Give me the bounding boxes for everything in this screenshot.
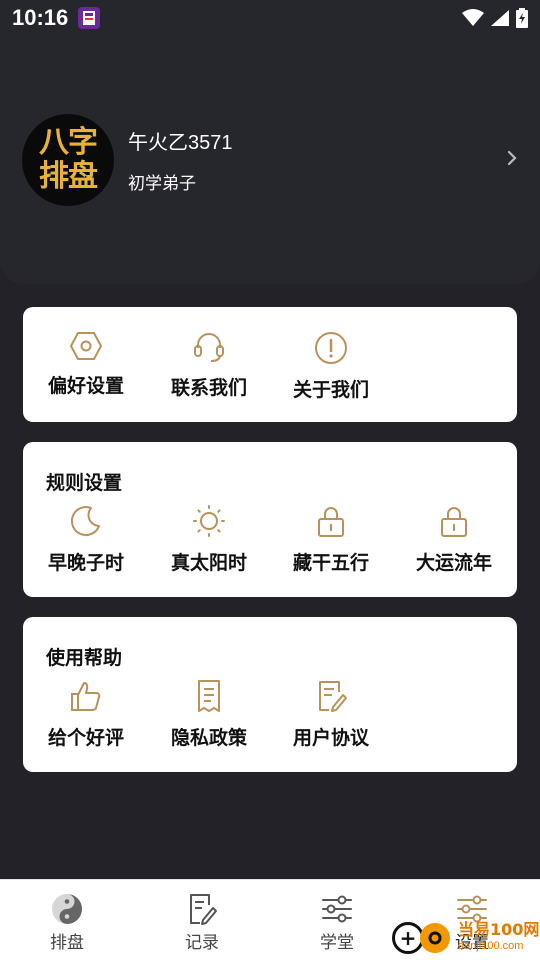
notification-app-icon — [78, 7, 101, 29]
battery-icon — [516, 8, 528, 28]
nav-label-academy: 学堂 — [320, 933, 354, 953]
luck-cycles-label: 大运流年 — [415, 552, 492, 574]
signal-icon — [491, 10, 509, 26]
sliders-icon — [322, 895, 352, 923]
early-late-zi-button[interactable]: 早晚子时 — [31, 504, 141, 575]
rate-us-label: 给个好评 — [47, 727, 124, 749]
rate-us-button[interactable]: 给个好评 — [31, 679, 141, 750]
edit-document-icon — [319, 681, 347, 712]
user-agreement-button[interactable]: 用户协议 — [276, 679, 386, 750]
nav-item-paipan[interactable]: 排盘 — [27, 892, 107, 953]
watermark-sub-text: danji100.com — [458, 940, 524, 952]
moon-icon — [70, 506, 100, 536]
preferences-label: 偏好设置 — [47, 375, 124, 397]
hidden-stems-label: 藏干五行 — [292, 552, 369, 574]
headset-icon — [194, 333, 224, 362]
sun-icon — [193, 505, 225, 537]
rules-card-title: 规则设置 — [46, 472, 123, 494]
profile-row[interactable]: 八字 排盘 午火乙3571 初学弟子 — [22, 113, 522, 207]
nav-label-records: 记录 — [185, 933, 219, 953]
contact-us-label: 联系我们 — [170, 377, 247, 399]
preferences-button[interactable]: 偏好设置 — [31, 331, 141, 398]
info-circle-icon — [315, 332, 347, 364]
avatar[interactable]: 八字 排盘 — [22, 114, 114, 206]
wifi-icon — [462, 9, 484, 26]
avatar-text-top: 八字 — [39, 125, 98, 160]
true-solar-time-button[interactable]: 真太阳时 — [154, 504, 264, 575]
watermark-logo-icon — [420, 923, 450, 953]
lock-icon — [441, 507, 467, 537]
watermark-main-text: 当易100网 — [458, 920, 540, 939]
chevron-right-icon[interactable] — [506, 149, 518, 171]
about-us-button[interactable]: 关于我们 — [276, 331, 386, 402]
privacy-policy-label: 隐私政策 — [170, 727, 247, 749]
edit-note-icon — [190, 894, 217, 925]
status-bar: 10:16 — [0, 0, 540, 36]
profile-name: 午火乙3571 — [128, 132, 233, 154]
nav-label-paipan: 排盘 — [50, 933, 84, 953]
rules-card: 规则设置 早晚子时 真太阳时 藏干五行 大运流年 — [23, 442, 517, 597]
status-time: 10:16 — [12, 5, 69, 30]
profile-level: 初学弟子 — [128, 174, 196, 194]
document-icon — [198, 680, 220, 712]
watermark: + 当易100网 danji100.com — [392, 916, 540, 960]
about-us-label: 关于我们 — [292, 379, 369, 401]
luck-cycles-button[interactable]: 大运流年 — [399, 504, 509, 575]
avatar-text-bottom: 排盘 — [39, 159, 98, 194]
contact-us-button[interactable]: 联系我们 — [154, 331, 264, 400]
early-late-zi-label: 早晚子时 — [47, 552, 124, 574]
yin-yang-icon — [52, 894, 82, 924]
lock-icon — [318, 507, 344, 537]
hexagon-nut-icon — [69, 332, 103, 360]
help-card-title: 使用帮助 — [46, 647, 123, 669]
privacy-policy-button[interactable]: 隐私政策 — [154, 679, 264, 750]
nav-item-academy[interactable]: 学堂 — [297, 892, 377, 953]
true-solar-time-label: 真太阳时 — [170, 552, 247, 574]
quick-actions-card: 偏好设置 联系我们 关于我们 — [23, 307, 517, 422]
thumbs-up-icon — [71, 682, 101, 711]
user-agreement-label: 用户协议 — [292, 727, 369, 749]
help-card: 使用帮助 给个好评 隐私政策 用户协议 — [23, 617, 517, 772]
nav-item-records[interactable]: 记录 — [162, 892, 242, 953]
status-icons — [462, 8, 528, 28]
hidden-stems-button[interactable]: 藏干五行 — [276, 504, 386, 575]
